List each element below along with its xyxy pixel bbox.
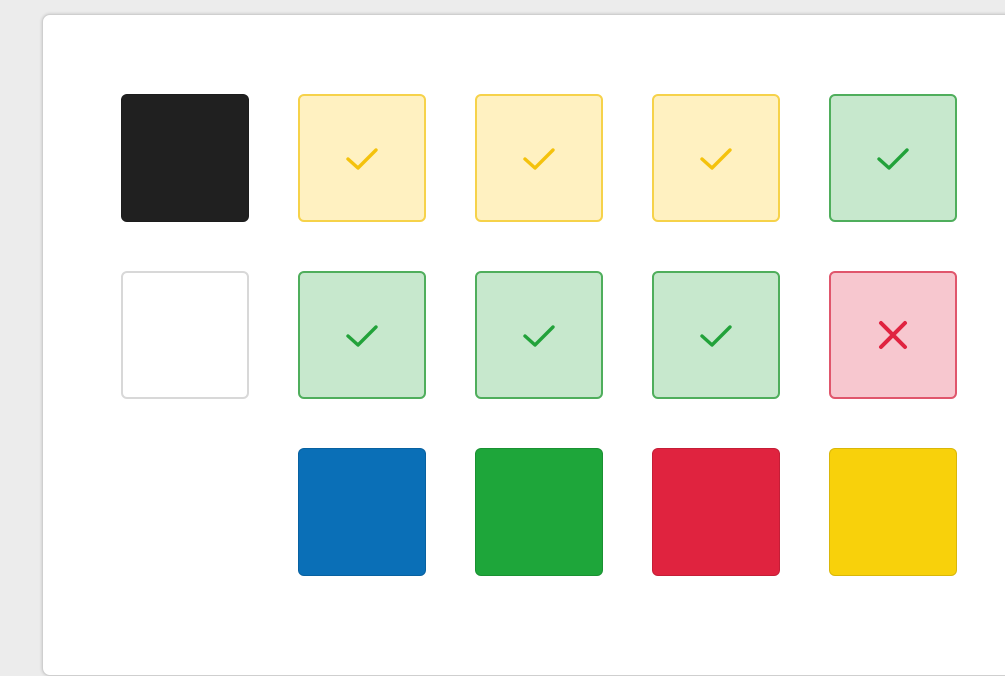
color-feedback-panel [42,14,1005,676]
check-icon [523,325,555,347]
feedback-tile-pending[interactable] [475,94,603,222]
check-icon [700,148,732,170]
color-swatch-green[interactable] [475,448,603,576]
color-swatch-red[interactable] [652,448,780,576]
feedback-tile-pending[interactable] [298,94,426,222]
check-icon [346,325,378,347]
color-swatch-white[interactable] [121,271,249,399]
feedback-tile-correct[interactable] [829,94,957,222]
check-icon [523,148,555,170]
feedback-tile-correct[interactable] [298,271,426,399]
empty-cell [121,448,249,576]
tile-grid [121,94,957,576]
feedback-tile-correct[interactable] [652,271,780,399]
feedback-tile-wrong[interactable] [829,271,957,399]
color-swatch-black[interactable] [121,94,249,222]
check-icon [877,148,909,170]
check-icon [346,148,378,170]
feedback-tile-pending[interactable] [652,94,780,222]
check-icon [700,325,732,347]
feedback-tile-correct[interactable] [475,271,603,399]
color-swatch-yellow[interactable] [829,448,957,576]
color-swatch-blue[interactable] [298,448,426,576]
x-icon [879,321,907,349]
